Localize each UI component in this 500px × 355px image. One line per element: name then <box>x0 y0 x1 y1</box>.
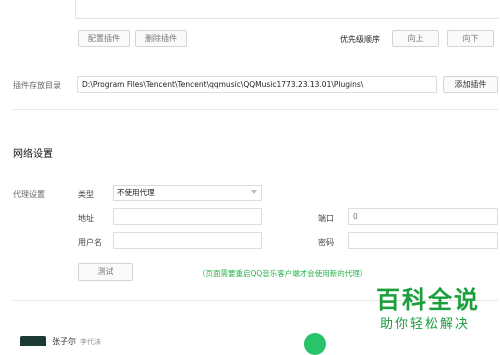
move-up-button[interactable]: 向上 <box>392 30 439 47</box>
move-down-button[interactable]: 向下 <box>447 30 494 47</box>
username-label: 用户名 <box>78 238 102 247</box>
album-cover[interactable] <box>20 336 46 346</box>
plugin-list[interactable] <box>75 0 499 19</box>
proxy-settings-label: 代理设置 <box>13 190 45 199</box>
proxy-restart-hint: （页面需要重启QQ音乐客户端才会使用新的代理） <box>198 269 368 278</box>
configure-plugin-button[interactable]: 配置插件 <box>78 30 130 47</box>
artist-name: 李代沫 <box>80 338 101 346</box>
section-divider <box>13 109 498 110</box>
watermark-title: 百科全说 <box>376 286 480 314</box>
address-field[interactable] <box>113 208 262 225</box>
watermark: 百科全说 助你轻松解决 <box>368 278 496 336</box>
watermark-subtitle: 助你轻松解决 <box>380 317 471 332</box>
delete-plugin-button[interactable]: 删除插件 <box>135 30 187 47</box>
password-field[interactable] <box>348 232 498 249</box>
network-settings-title: 网络设置 <box>13 149 53 160</box>
song-title: 张子尔 <box>52 337 76 346</box>
now-playing: 张子尔 李代沫 <box>52 336 101 347</box>
password-label: 密码 <box>318 238 334 247</box>
proxy-type-value: 不使用代理 <box>117 188 155 197</box>
plugin-storage-path[interactable]: D:\Program Files\Tencent\Tencent\qqmusic… <box>77 76 437 93</box>
priority-label: 优先级顺序 <box>340 35 380 44</box>
test-proxy-button[interactable]: 测试 <box>78 263 133 281</box>
port-label: 端口 <box>318 214 334 223</box>
address-label: 地址 <box>78 214 94 223</box>
add-plugin-button[interactable]: 添加插件 <box>443 76 498 93</box>
proxy-type-select[interactable]: 不使用代理 <box>113 185 262 201</box>
proxy-type-label: 类型 <box>78 190 94 199</box>
username-field[interactable] <box>113 232 262 249</box>
port-field[interactable]: 0 <box>348 208 498 225</box>
plugin-storage-label: 插件存放目录 <box>13 81 61 90</box>
chevron-down-icon <box>251 190 257 194</box>
play-button[interactable] <box>304 333 326 355</box>
